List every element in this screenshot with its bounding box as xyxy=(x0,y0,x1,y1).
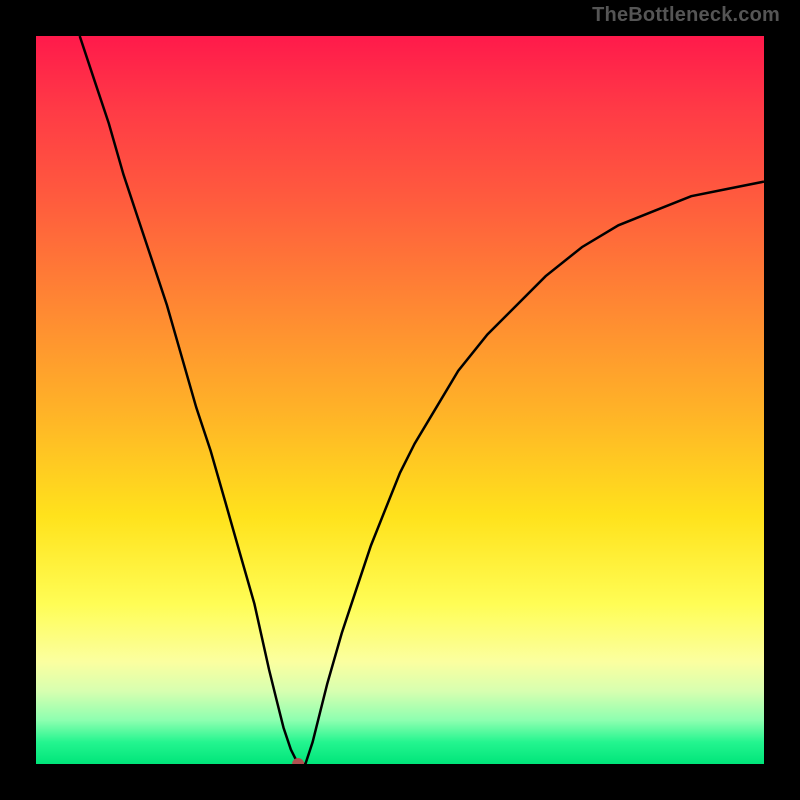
chart-svg xyxy=(36,36,764,764)
plot-area xyxy=(36,36,764,764)
minimum-marker xyxy=(292,758,304,764)
bottleneck-curve xyxy=(80,36,764,764)
watermark-text: TheBottleneck.com xyxy=(592,4,780,27)
plot-frame xyxy=(20,20,780,780)
app-root: TheBottleneck.com xyxy=(0,0,800,800)
